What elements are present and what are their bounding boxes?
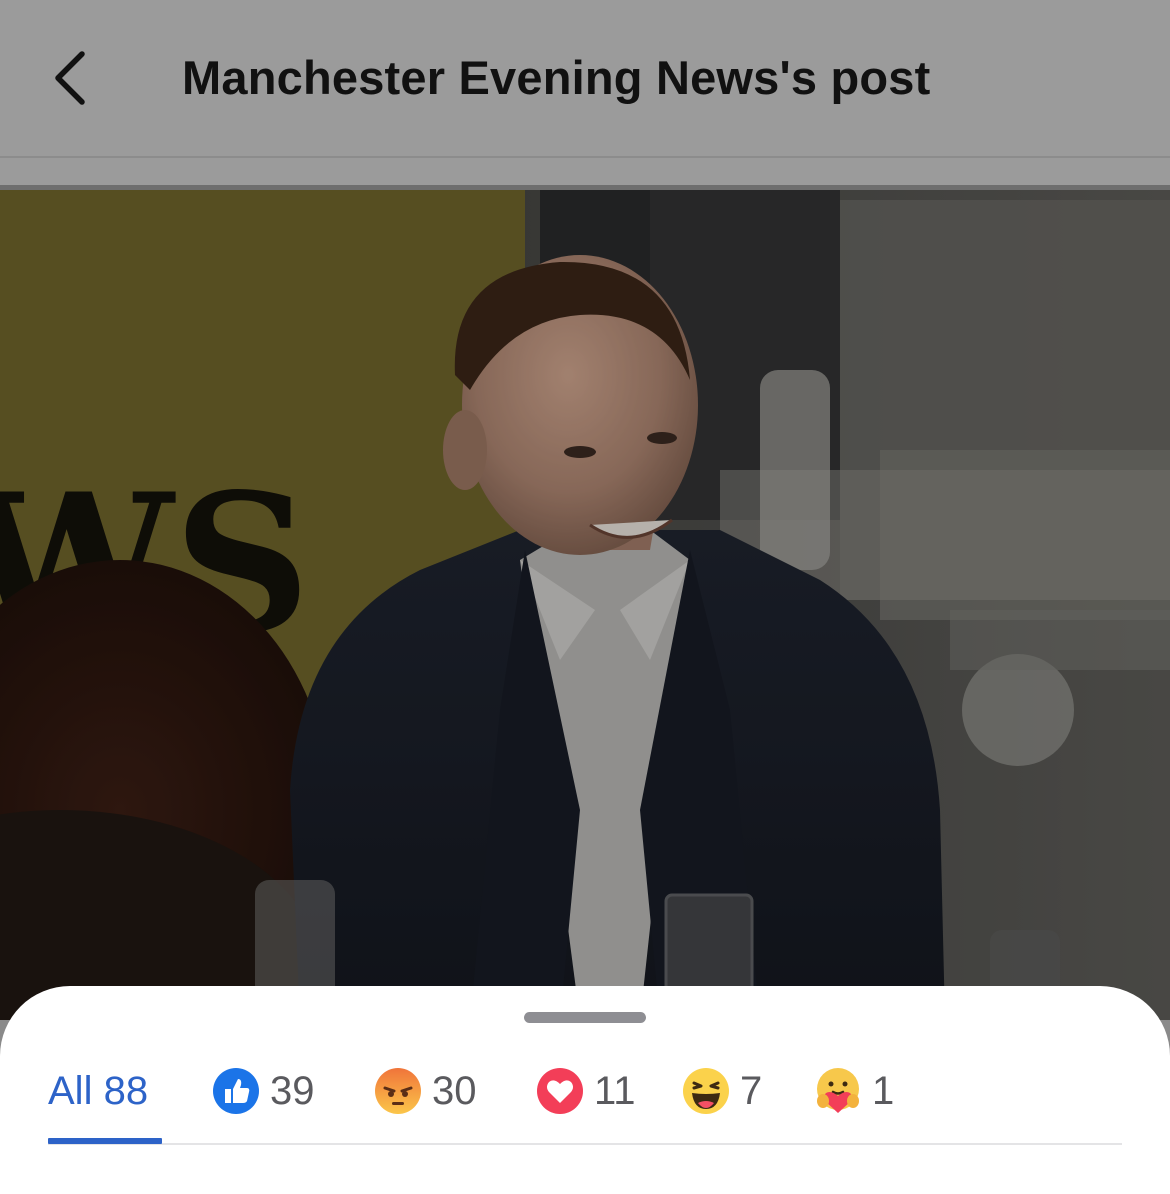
angry-count: 30 [432,1068,477,1113]
tab-haha[interactable]: 7 [682,1048,762,1134]
sheet-grabber[interactable] [524,1012,646,1023]
chevron-left-icon [55,51,85,105]
reaction-tabs: All 88 39 30 11 7 1 [0,1048,1170,1158]
tab-all-label: All 88 [48,1068,149,1113]
reactions-sheet: All 88 39 30 11 7 1 [0,986,1170,1194]
page-title: Manchester Evening News's post [182,51,931,104]
like-count: 39 [270,1068,315,1113]
post-photo[interactable]: WS [0,190,1170,1020]
love-icon [536,1067,584,1115]
tab-love[interactable]: 11 [536,1048,636,1134]
screen: Manchester Evening News's post S All 88 … [0,0,1170,1194]
tab-all[interactable]: All 88 [48,1048,148,1134]
care-icon [814,1067,862,1115]
tabs-divider [48,1143,1122,1145]
active-tab-indicator [48,1138,162,1144]
angry-icon [374,1067,422,1115]
haha-icon [682,1067,730,1115]
header-bar: Manchester Evening News's post [0,0,1170,156]
back-button[interactable] [40,40,100,116]
like-icon [212,1067,260,1115]
tab-care[interactable]: 1 [814,1048,894,1134]
photo-illustration: WS [0,190,1170,1020]
love-count: 11 [594,1068,636,1113]
tab-angry[interactable]: 30 [374,1048,477,1134]
care-count: 1 [872,1068,895,1113]
tab-like[interactable]: 39 [212,1048,315,1134]
haha-count: 7 [740,1068,763,1113]
header-gap [0,158,1170,186]
